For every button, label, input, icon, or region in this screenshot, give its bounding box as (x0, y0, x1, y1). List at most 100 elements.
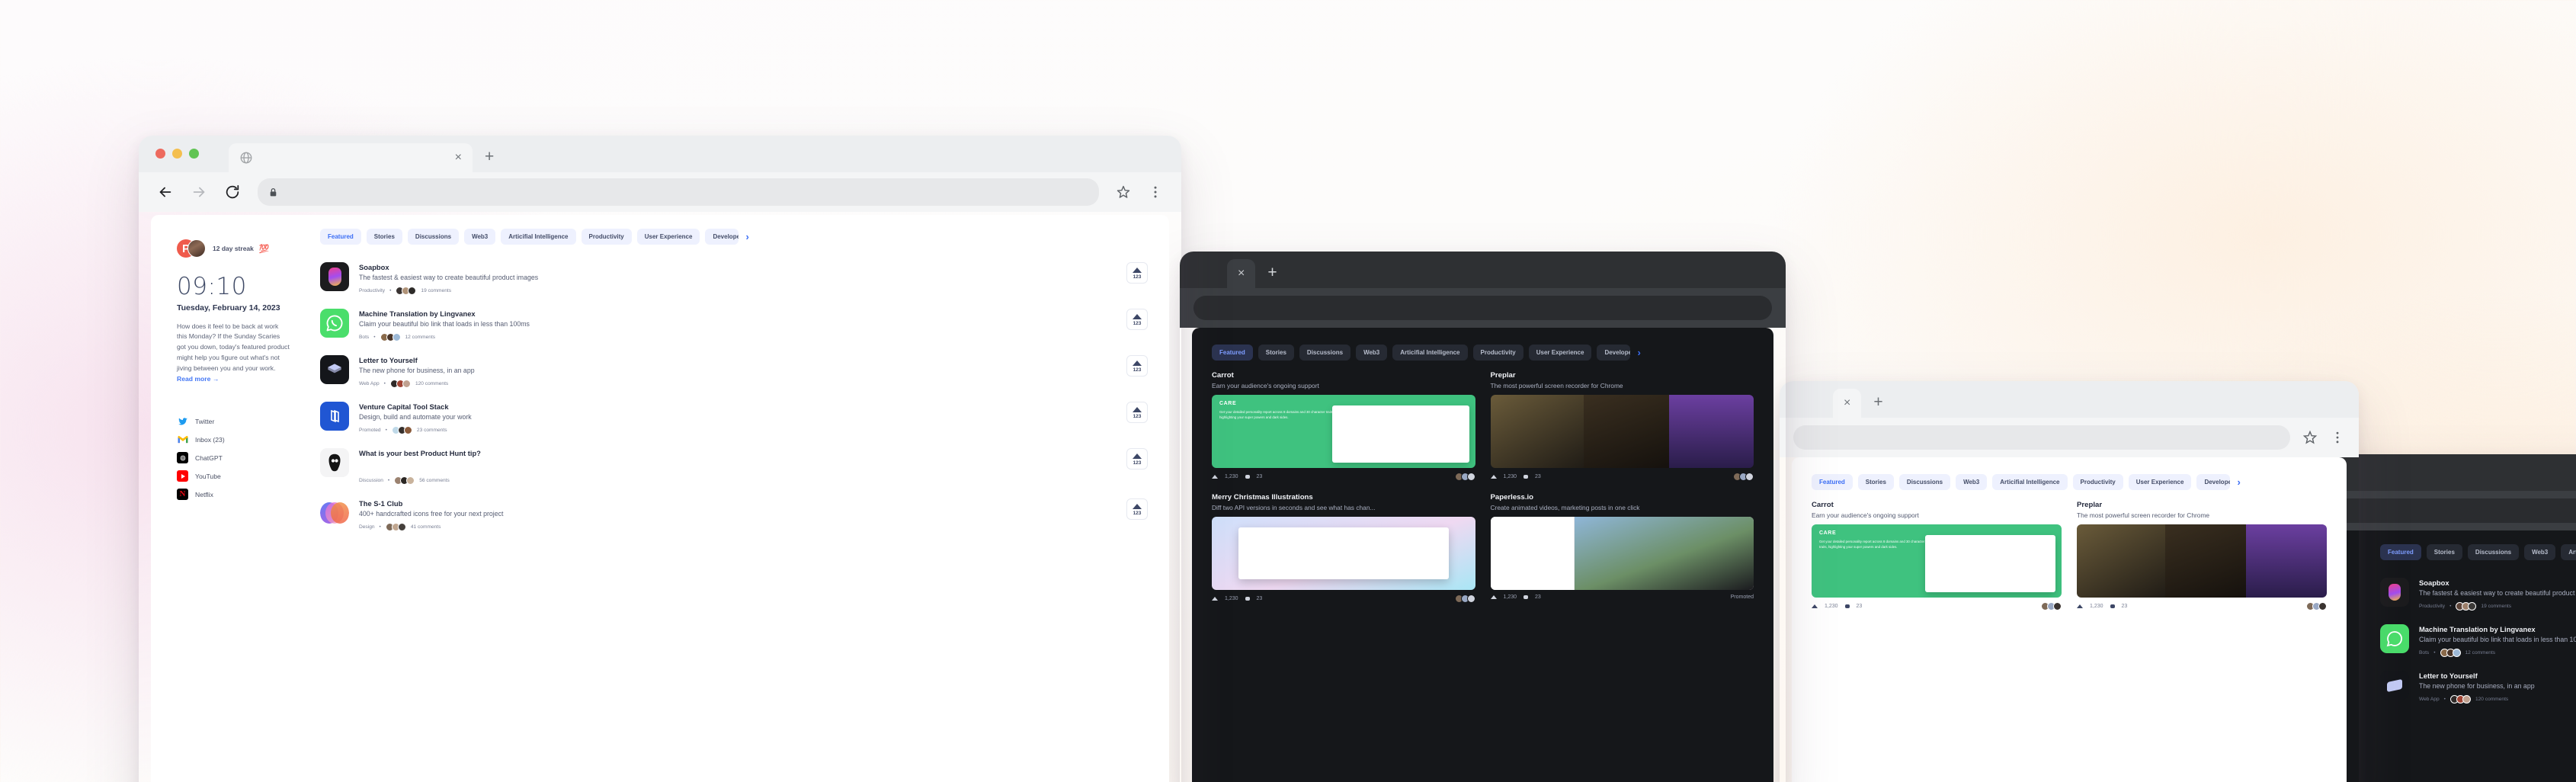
chevron-right-icon[interactable]: › (1636, 347, 1640, 358)
vc-icon (320, 402, 349, 431)
upvote-button[interactable]: 123 (1126, 402, 1148, 423)
category-tab-stories[interactable]: Stories (1858, 474, 1894, 490)
category-tab-ai[interactable]: Articifial Intelligence (1992, 474, 2067, 490)
shortcut-inbox[interactable]: Inbox (23) (177, 434, 290, 445)
category-tab-web3[interactable]: Web3 (2524, 544, 2555, 560)
address-bar[interactable] (258, 178, 1099, 206)
category-tab-productivity[interactable]: Productivity (2073, 474, 2123, 490)
feed-item[interactable]: Letter to Yourself The new phone for bus… (2380, 664, 2576, 710)
chatgpt-icon (177, 452, 188, 463)
upvote-button[interactable]: 123 (1126, 355, 1148, 377)
card-image: CAREGet your detailed personality report… (1212, 395, 1475, 468)
page-content: Featured Stories Discussions Web3 Artici… (1192, 328, 1773, 782)
category-tab-discussions[interactable]: Discussions (1299, 345, 1350, 361)
card-image: Watches your posture as you browse (1212, 517, 1475, 590)
card-title: Preplar (2077, 501, 2327, 509)
category-tabs[interactable]: Featured Stories Discussions Web3 Artici… (1812, 474, 2327, 490)
category-tab-ai[interactable]: Articifial Intelligence (501, 229, 575, 245)
feed-item[interactable]: The S-1 Club 400+ handcrafted icons free… (320, 492, 1148, 538)
address-bar[interactable] (1193, 296, 1772, 320)
card-title: Carrot (1812, 501, 2062, 509)
category-tab-stories[interactable]: Stories (2427, 544, 2462, 560)
feed-item[interactable]: Soapbox The fastest & easiest way to cre… (2380, 571, 2576, 617)
star-icon[interactable] (1116, 184, 1131, 200)
new-tab-icon[interactable]: + (1873, 393, 1882, 418)
category-tab-ux[interactable]: User Experience (2129, 474, 2192, 490)
tab-close-icon[interactable]: × (1238, 268, 1245, 280)
three-dot-menu-icon[interactable] (2330, 430, 2345, 445)
shortcut-netflix[interactable]: N Netflix (177, 489, 290, 500)
card-footer: 1,23023 (1212, 473, 1475, 481)
feed-item[interactable]: Letter to Yourself The new phone for bus… (320, 348, 1148, 395)
category-tab-ai[interactable]: Articifial Intelligence (1392, 345, 1467, 361)
category-tab-ux[interactable]: User Experience (637, 229, 700, 245)
category-tab-featured[interactable]: Featured (320, 229, 361, 245)
category-tab-discussions[interactable]: Discussions (2468, 544, 2519, 560)
shortcut-youtube[interactable]: YouTube (177, 470, 290, 482)
category-tab-discussions[interactable]: Discussions (408, 229, 459, 245)
maximize-window-button[interactable] (189, 149, 199, 159)
category-tabs[interactable]: Featured Stories Discussions Web3 Artici… (320, 229, 1148, 245)
category-tab-featured[interactable]: Featured (2380, 544, 2421, 560)
browser-tab[interactable]: × (1833, 389, 1861, 418)
read-more-link[interactable]: Read more → (177, 375, 219, 383)
forward-button[interactable] (191, 184, 207, 200)
product-card[interactable]: Merry Christmas Illustrations Diff two A… (1212, 493, 1475, 603)
upvote-button[interactable]: 123 (1126, 498, 1148, 520)
feed-item[interactable]: Soapbox The fastest & easiest way to cre… (320, 255, 1148, 302)
category-tab-ai[interactable]: Articifial Intelligence (2561, 544, 2576, 560)
commenter-avatars (1733, 473, 1754, 481)
tab-close-icon[interactable]: × (1844, 397, 1850, 409)
upvote-button[interactable]: 123 (1126, 448, 1148, 470)
category-tab-devtools[interactable]: Developer Tool (705, 229, 739, 245)
browser-tab[interactable]: × (229, 143, 473, 172)
shortcut-chatgpt[interactable]: ChatGPT (177, 452, 290, 463)
product-card[interactable]: Preplar The most powerful screen recorde… (2077, 501, 2327, 611)
browser-window-2[interactable]: × + Featured Stories Discussions Web3 Ar… (1180, 252, 1786, 782)
upvote-button[interactable]: 123 (1126, 262, 1148, 284)
category-tab-productivity[interactable]: Productivity (582, 229, 632, 245)
category-tab-devtools[interactable]: Developer Tool (2196, 474, 2230, 490)
category-tab-ux[interactable]: User Experience (1529, 345, 1592, 361)
upvote-button[interactable]: 123 (1126, 309, 1148, 330)
upvote-triangle-icon (1133, 361, 1142, 366)
browser-window-1[interactable]: × + P 12 day streak 💯 (139, 136, 1181, 782)
category-tab-devtools[interactable]: Developer Tool (1597, 345, 1630, 361)
browser-tab[interactable]: × (1227, 259, 1255, 288)
browser-window-3[interactable]: × + Featured Stories Discussions Web3 Ar… (1780, 381, 2359, 782)
category-tab-productivity[interactable]: Productivity (1473, 345, 1523, 361)
product-card[interactable]: Paperless.io Create animated videos, mar… (1491, 493, 1754, 603)
chevron-right-icon[interactable]: › (744, 231, 748, 242)
shortcut-twitter[interactable]: Twitter (177, 415, 290, 427)
tab-close-icon[interactable]: × (455, 152, 462, 164)
category-tab-web3[interactable]: Web3 (1356, 345, 1387, 361)
category-tab-featured[interactable]: Featured (1212, 345, 1253, 361)
category-tab-discussions[interactable]: Discussions (1899, 474, 1950, 490)
feed-item[interactable]: Venture Capital Tool Stack Design, build… (320, 395, 1148, 441)
product-card[interactable]: Preplar The most powerful screen recorde… (1491, 371, 1754, 481)
category-tabs[interactable]: Featured Stories Discussions Web3 Artici… (2380, 544, 2576, 560)
feed-item[interactable]: Machine Translation by Lingvanex Claim y… (320, 302, 1148, 348)
three-dot-menu-icon[interactable] (1148, 184, 1163, 200)
letter-icon (320, 355, 349, 384)
reload-button[interactable] (224, 184, 241, 200)
traffic-lights[interactable] (155, 149, 199, 159)
address-bar[interactable] (1793, 425, 2290, 450)
chevron-right-icon[interactable]: › (2235, 476, 2240, 488)
category-tab-featured[interactable]: Featured (1812, 474, 1853, 490)
category-tab-stories[interactable]: Stories (1258, 345, 1294, 361)
category-tab-stories[interactable]: Stories (367, 229, 402, 245)
category-tab-web3[interactable]: Web3 (464, 229, 495, 245)
category-tabs[interactable]: Featured Stories Discussions Web3 Artici… (1212, 345, 1754, 361)
star-icon[interactable] (2302, 430, 2318, 445)
close-window-button[interactable] (155, 149, 165, 159)
product-card[interactable]: Carrot Earn your audience's ongoing supp… (1812, 501, 2062, 611)
category-tab-web3[interactable]: Web3 (1956, 474, 1987, 490)
feed-item[interactable]: Machine Translation by Lingvanex Claim y… (2380, 617, 2576, 664)
back-button[interactable] (157, 184, 174, 200)
new-tab-icon[interactable]: + (1267, 264, 1277, 288)
product-card[interactable]: Carrot Earn your audience's ongoing supp… (1212, 371, 1475, 481)
new-tab-icon[interactable]: + (485, 148, 494, 172)
feed-item[interactable]: What is your best Product Hunt tip? Disc… (320, 441, 1148, 492)
minimize-window-button[interactable] (172, 149, 182, 159)
